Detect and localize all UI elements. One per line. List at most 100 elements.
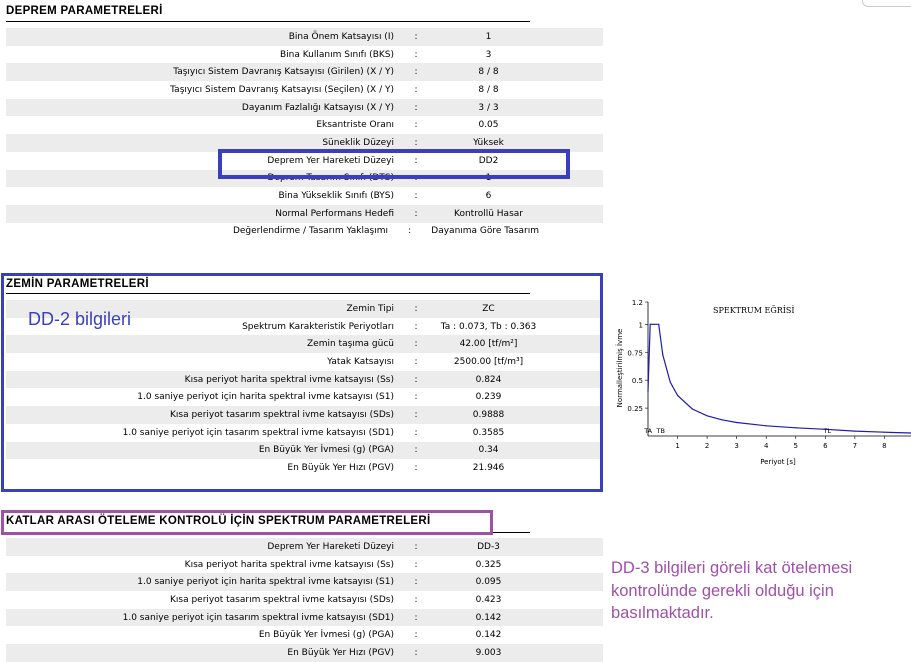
window-corner-tab bbox=[862, 0, 911, 7]
param-label: Bina Yükseklik Sınıfı (BYS) bbox=[278, 191, 394, 202]
param-value: 6 bbox=[485, 191, 492, 202]
table-row: Bina Yükseklik Sınıfı (BYS): 6 bbox=[6, 187, 603, 205]
y-tick-label: 1.2 bbox=[632, 299, 643, 307]
katlar-parameters-table: Deprem Yer Hareketi Düzeyi: DD-3 Kısa peri… bbox=[6, 538, 603, 662]
spectrum-point bbox=[647, 390, 649, 392]
param-value: 3 bbox=[485, 49, 492, 60]
param-label: En Büyük Yer Hızı (PGV) bbox=[287, 647, 394, 658]
table-row: Değerlendirme / Tasarım Yaklaşımı: Dayanı… bbox=[6, 223, 603, 241]
param-separator: : bbox=[414, 137, 418, 148]
param-value: 3 / 3 bbox=[478, 102, 499, 113]
param-separator: : bbox=[414, 31, 418, 42]
deprem-section-title: DEPREM PARAMETRELERİ bbox=[6, 5, 163, 17]
param-separator: : bbox=[408, 226, 412, 237]
param-label: Süneklik Düzeyi bbox=[322, 137, 394, 148]
param-value: 0.095 bbox=[475, 577, 502, 588]
spectrum-point bbox=[721, 419, 723, 421]
param-separator: : bbox=[414, 541, 418, 552]
param-separator: : bbox=[414, 577, 418, 588]
param-separator: : bbox=[414, 647, 418, 658]
param-separator: : bbox=[414, 120, 418, 131]
param-separator: : bbox=[414, 208, 418, 219]
table-row: Eksantriste Oranı: 0.05 bbox=[6, 116, 603, 134]
chart-title: SPEKTRUM EĞRİSİ bbox=[713, 306, 795, 315]
spectrum-point bbox=[669, 381, 671, 383]
dd3-annotation: DD-3 bilgileri göreli kat ötelemesi kont… bbox=[611, 557, 852, 625]
dd3-annotation-line: basılmaktadır. bbox=[611, 604, 714, 622]
table-row: Kısa periyot tasarım spektral ivme katsa… bbox=[6, 591, 603, 609]
param-separator: : bbox=[414, 67, 418, 78]
y-tick-label: 0.75 bbox=[627, 349, 643, 357]
x-tick-label: 4 bbox=[764, 442, 769, 450]
param-value: 0.05 bbox=[478, 120, 499, 131]
param-label: Değerlendirme / Tasarım Yaklaşımı bbox=[232, 226, 388, 237]
param-separator: : bbox=[414, 102, 418, 113]
spectrum-point bbox=[854, 430, 856, 432]
y-axis-label: Normalleştirilmiş İvme bbox=[615, 329, 624, 408]
param-value: 0.423 bbox=[475, 594, 502, 605]
x-tick-label: 8 bbox=[882, 442, 886, 450]
param-value: 8 / 8 bbox=[478, 84, 499, 95]
param-label: Dayanım Fazlalığı Katsayısı (X / Y) bbox=[241, 102, 394, 113]
param-value: 8 / 8 bbox=[478, 67, 499, 78]
table-row: 1.0 saniye periyot için harita spektral … bbox=[6, 573, 603, 592]
param-separator: : bbox=[414, 49, 418, 60]
dd3-annotation-line: kontrolünde gerekli olduğu için bbox=[611, 581, 834, 600]
x-tick-label: 1 bbox=[675, 442, 679, 450]
dd2-annotation: DD-2 bilgileri bbox=[28, 309, 132, 329]
spectrum-curve bbox=[647, 323, 911, 434]
param-value: 0.142 bbox=[475, 612, 502, 623]
x-tick-label: 2 bbox=[705, 442, 709, 450]
deprem-parameters-table: Bina Önem Katsayısı (I): 1 Bina Kullanım S… bbox=[6, 28, 603, 240]
param-label: Bina Önem Katsayısı (I) bbox=[288, 31, 394, 42]
period-marker-label: TA bbox=[643, 427, 652, 435]
spectrum-point bbox=[736, 421, 738, 424]
deprem-title-underline bbox=[6, 21, 530, 22]
param-label: En Büyük Yer İvmesi (g) (PGA) bbox=[258, 630, 394, 641]
param-label: Deprem Yer Hareketi Düzeyi bbox=[267, 541, 394, 552]
table-row: En Büyük Yer İvmesi (g) (PGA): 0.142 bbox=[6, 626, 603, 644]
table-row: Kısa periyot harita spektral ivme katsay… bbox=[6, 556, 603, 574]
period-marker-label: TB bbox=[656, 427, 665, 435]
table-row: Taşıyıcı Sistem Davranış Katsayısı (Seçi… bbox=[6, 81, 603, 99]
param-label: 1.0 saniye periyot için harita spektral … bbox=[137, 577, 394, 588]
dd2-highlight-box bbox=[218, 149, 570, 179]
param-separator: : bbox=[414, 559, 418, 570]
table-row: Bina Kullanım Sınıfı (BKS): 3 bbox=[6, 46, 603, 64]
param-label: Taşıyıcı Sistem Davranış Katsayısı (Giri… bbox=[173, 67, 394, 78]
param-value: 9.003 bbox=[475, 647, 502, 658]
spectrum-point bbox=[795, 427, 797, 429]
table-row: Normal Performans Hedefi: Kontrollü Hasar bbox=[6, 204, 603, 223]
param-separator: : bbox=[414, 630, 418, 641]
table-row: Taşıyıcı Sistem Davranış Katsayısı (Giri… bbox=[6, 63, 603, 82]
spectrum-point bbox=[706, 415, 708, 417]
table-row: Deprem Yer Hareketi Düzeyi: DD-3 bbox=[6, 538, 603, 556]
table-row: Dayanım Fazlalığı Katsayısı (X / Y): 3 / … bbox=[6, 98, 603, 117]
param-label: Taşıyıcı Sistem Davranış Katsayısı (Seçi… bbox=[170, 84, 394, 95]
param-label: Eksantriste Oranı bbox=[316, 120, 394, 131]
period-marker-label: TL bbox=[823, 427, 832, 435]
spectrum-point bbox=[662, 354, 664, 356]
param-value: DD-3 bbox=[477, 541, 500, 552]
param-separator: : bbox=[414, 84, 418, 95]
param-separator: : bbox=[414, 612, 418, 623]
zemin-highlight-box bbox=[1, 273, 603, 492]
x-tick-label: 6 bbox=[823, 442, 828, 450]
x-tick-label: 7 bbox=[853, 442, 857, 450]
param-label: Bina Kullanım Sınıfı (BKS) bbox=[279, 49, 394, 60]
table-row: 1.0 saniye periyot için tasarım spektral… bbox=[6, 608, 603, 627]
param-separator: : bbox=[414, 594, 418, 605]
katlar-title-highlight-box bbox=[1, 510, 493, 535]
dd3-annotation-line: DD-3 bilgileri göreli kat ötelemesi bbox=[611, 559, 853, 577]
y-tick-label: 0.5 bbox=[632, 377, 643, 385]
param-value: 0.142 bbox=[475, 630, 502, 641]
param-label: Normal Performans Hedefi bbox=[275, 208, 394, 219]
table-row: En Büyük Yer Hızı (PGV): 9.003 bbox=[6, 644, 603, 662]
param-label: 1.0 saniye periyot için tasarım spektral… bbox=[122, 612, 394, 623]
param-value: 0.325 bbox=[475, 559, 502, 570]
spectrum-point bbox=[883, 431, 886, 433]
param-value: Kontrollü Hasar bbox=[454, 208, 523, 219]
x-axis-label: Periyot [s] bbox=[760, 458, 796, 466]
x-tick-label: 3 bbox=[734, 442, 738, 450]
x-tick-label: 5 bbox=[794, 442, 798, 450]
